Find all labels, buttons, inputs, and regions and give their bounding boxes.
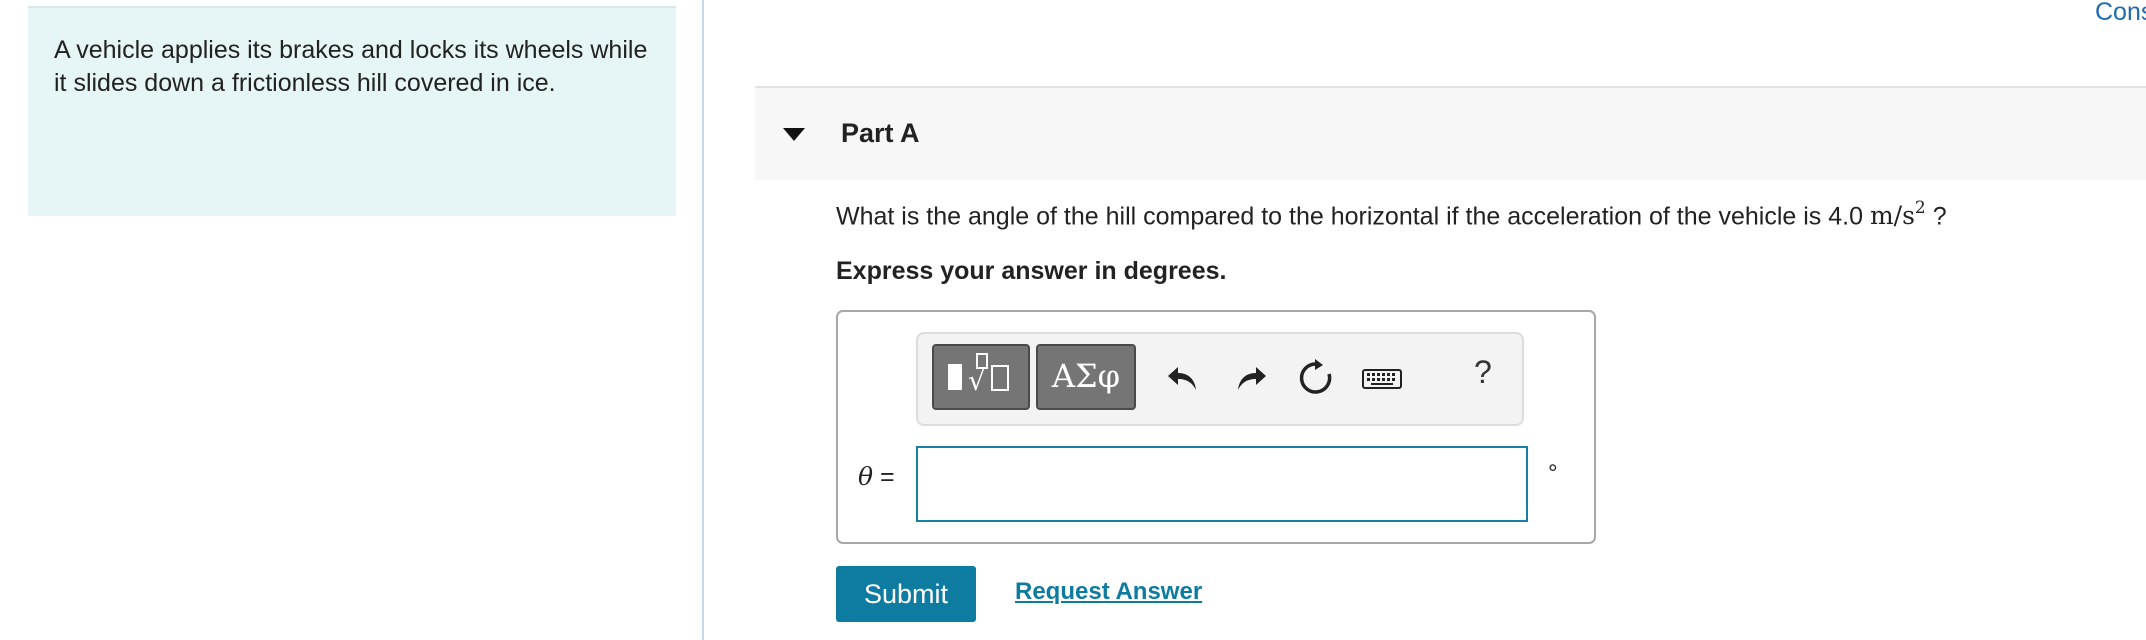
part-a-header[interactable]: Part A [755, 86, 2146, 180]
reset-icon[interactable] [1296, 358, 1336, 398]
collapse-caret-icon[interactable] [783, 128, 805, 141]
constants-link[interactable]: Cons [2095, 0, 2146, 27]
degree-unit: ° [1548, 460, 1558, 487]
question-suffix: ? [1932, 202, 1947, 231]
request-answer-link[interactable]: Request Answer [1015, 578, 1202, 606]
question-text: What is the angle of the hill compared t… [836, 198, 1947, 231]
math-toolbar: √ ΑΣφ ? [916, 332, 1524, 426]
symbols-button[interactable]: ΑΣφ [1036, 344, 1136, 410]
panel-divider [702, 0, 704, 640]
question-unit: m/s2 [1869, 198, 1926, 231]
answer-box: √ ΑΣφ ? θ = ° [836, 310, 1596, 544]
part-title: Part A [841, 118, 920, 148]
templates-icon: √ [948, 353, 1009, 397]
redo-icon[interactable] [1230, 358, 1270, 398]
answer-instruction: Express your answer in degrees. [836, 257, 1227, 285]
variable-symbol: θ [858, 462, 874, 491]
help-button[interactable]: ? [1474, 354, 1492, 391]
problem-text: A vehicle applies its brakes and locks i… [54, 36, 648, 97]
keyboard-icon[interactable] [1362, 358, 1402, 398]
templates-button[interactable]: √ [932, 344, 1030, 410]
question-unit-base: m/s [1869, 201, 1915, 231]
variable-label: θ = [858, 462, 895, 492]
undo-icon[interactable] [1164, 358, 1204, 398]
answer-input[interactable] [916, 446, 1528, 522]
equals-sign: = [880, 463, 895, 491]
problem-statement-panel: A vehicle applies its brakes and locks i… [28, 6, 676, 216]
question-prefix: What is the angle of the hill compared t… [836, 202, 1863, 231]
svg-text:√: √ [968, 364, 986, 397]
question-unit-exponent: 2 [1914, 198, 1926, 218]
submit-button[interactable]: Submit [836, 566, 976, 622]
